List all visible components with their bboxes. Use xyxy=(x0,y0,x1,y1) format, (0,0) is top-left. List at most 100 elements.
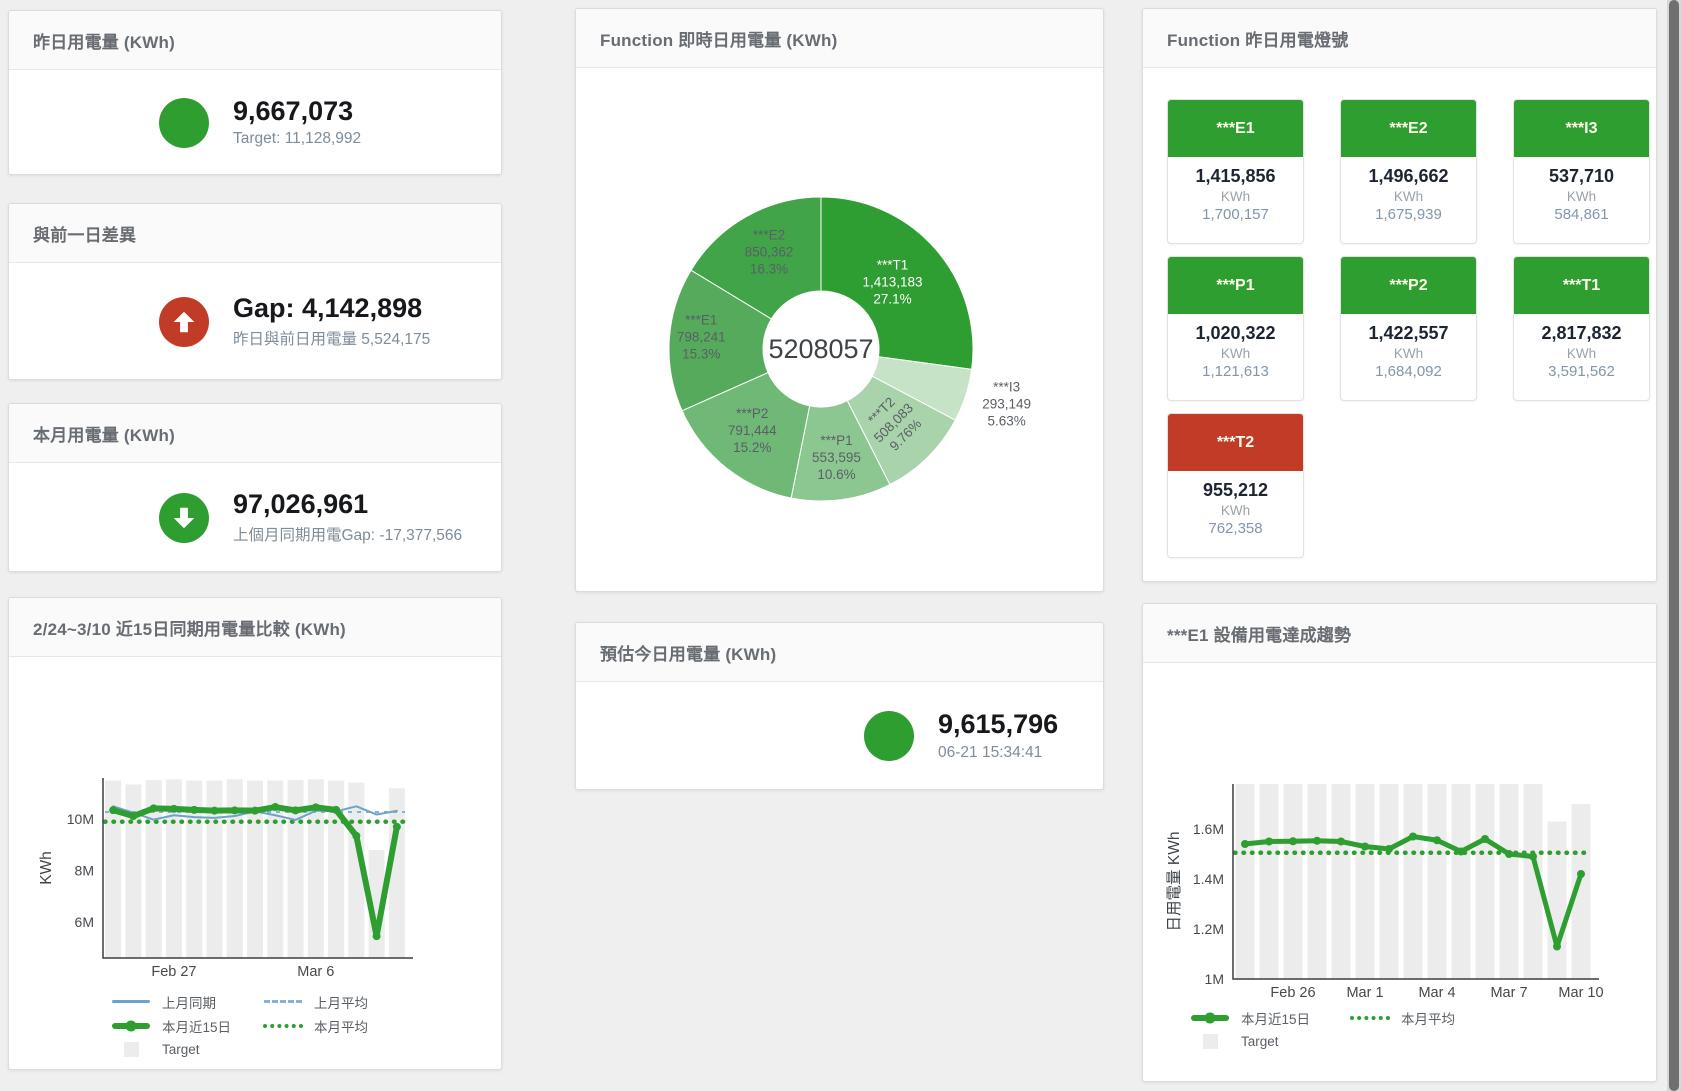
legend-swatch-thick xyxy=(1188,1015,1232,1021)
tile-target: 1,121,613 xyxy=(1168,363,1303,380)
tile-status-header: ***T1 xyxy=(1514,257,1649,314)
tile-value: 1,415,856 xyxy=(1168,166,1303,187)
function-tile: ***I3537,710KWh584,861 xyxy=(1513,99,1650,244)
stat-value: 97,026,961 xyxy=(233,490,462,520)
donut-chart: ***T11,413,18327.1%***I3293,1495.63%***T… xyxy=(576,67,1103,589)
scrollbar-thumb[interactable] xyxy=(1669,0,1679,1091)
tile-status-header: ***T2 xyxy=(1168,414,1303,471)
legend-label: 本月近15日 xyxy=(1241,1008,1310,1028)
panel-diff: 與前一日差異 Gap: 4,142,898 昨日與前日用電量 5,524,175 xyxy=(8,203,502,380)
stat-subtext: 06-21 15:34:41 xyxy=(938,744,1058,762)
legend-swatch-thick xyxy=(109,1023,153,1029)
tile-status-header: ***P1 xyxy=(1168,257,1303,314)
panel-trend-chart: ***E1 設備用電達成趨勢 1M1.2M1.4M1.6MFeb 26Mar 1… xyxy=(1142,603,1657,1082)
legend-swatch-line xyxy=(109,1000,153,1003)
tile-target: 1,675,939 xyxy=(1341,206,1476,223)
panel-title: 本月用電量 (KWh) xyxy=(33,421,175,446)
tile-value: 1,422,557 xyxy=(1341,323,1476,344)
tile-unit: KWh xyxy=(1514,189,1649,204)
panel-estimate: 預估今日用電量 (KWh) 9,615,796 06-21 15:34:41 xyxy=(575,622,1104,790)
tile-status-header: ***E1 xyxy=(1168,100,1303,157)
legend-item: 本月平均 xyxy=(261,1017,419,1034)
svg-text:Mar 7: Mar 7 xyxy=(1490,985,1527,1001)
function-tile: ***E11,415,856KWh1,700,157 xyxy=(1167,99,1304,244)
svg-text:KWh: KWh xyxy=(38,851,55,885)
legend-label: Target xyxy=(1241,1034,1279,1049)
tile-unit: KWh xyxy=(1341,346,1476,361)
trend-chart: 1M1.2M1.4M1.6MFeb 26Mar 1Mar 4Mar 7Mar 1… xyxy=(1143,662,1656,1012)
tiles-grid: ***E1 1,415,856 KWh 1,700,157 ***E2 1,496,662… xyxy=(1143,68,1656,558)
panel-title: Function 即時日用電量 (KWh) xyxy=(600,26,837,51)
legend-label: 本月近15日 xyxy=(162,1016,231,1036)
legend-swatch-square xyxy=(109,1042,153,1057)
tile-unit: KWh xyxy=(1514,346,1649,361)
svg-text:Mar 1: Mar 1 xyxy=(1346,985,1383,1001)
svg-text:1.4M: 1.4M xyxy=(1193,871,1224,887)
svg-text:Feb 27: Feb 27 xyxy=(151,964,196,980)
legend-label: 上月同期 xyxy=(162,992,216,1012)
function-tile: ***P11,020,322KWh1,121,613 xyxy=(1167,256,1304,401)
tile-value: 955,212 xyxy=(1168,480,1303,501)
stat-body: 9,667,073 Target: 11,128,992 xyxy=(9,70,501,175)
svg-text:***I3293,1495.63%: ***I3293,1495.63% xyxy=(982,380,1031,429)
legend-label: 上月平均 xyxy=(314,992,368,1012)
function-tile: ***P21,422,557KWh1,684,092 xyxy=(1340,256,1477,401)
tile-target: 1,700,157 xyxy=(1168,206,1303,223)
function-tile: ***T1 2,817,832 KWh 3,591,562 xyxy=(1513,256,1650,401)
function-tile: ***T2955,212KWh762,358 xyxy=(1167,413,1304,558)
legend-swatch-dots xyxy=(261,1024,305,1028)
svg-text:Feb 26: Feb 26 xyxy=(1270,985,1315,1001)
svg-text:8M: 8M xyxy=(75,863,94,879)
panel-header: 本月用電量 (KWh) xyxy=(9,404,501,463)
tile-value: 1,020,322 xyxy=(1168,323,1303,344)
arrow-down-icon xyxy=(159,493,209,543)
stat-subtext: Target: 11,128,992 xyxy=(233,130,361,148)
chart-legend: 本月近15日 本月平均 Target xyxy=(1188,1009,1508,1050)
legend-swatch-square xyxy=(1188,1034,1232,1049)
panel-title: ***E1 設備用電達成趨勢 xyxy=(1167,621,1351,646)
tile-value: 2,817,832 xyxy=(1514,323,1649,344)
legend-item: Target xyxy=(109,1041,261,1058)
panel-header: 昨日用電量 (KWh) xyxy=(9,11,501,70)
stat-subtext: 昨日與前日用電量 5,524,175 xyxy=(233,327,430,349)
tile-unit: KWh xyxy=(1341,189,1476,204)
scrollbar-track xyxy=(1667,0,1681,1091)
tile-target: 762,358 xyxy=(1168,520,1303,537)
chart-legend: 上月同期 上月平均本月近15日 本月平均 Target xyxy=(109,993,419,1058)
function-tile: ***E2 1,496,662 KWh 1,675,939 xyxy=(1340,99,1477,244)
svg-text:Mar 6: Mar 6 xyxy=(297,964,334,980)
tile-status-header: ***E2 xyxy=(1341,100,1476,157)
stat-subtext: 上個月同期用電Gap: -17,377,566 xyxy=(233,523,462,545)
panel-compare-chart: 2/24~3/10 近15日同期用電量比較 (KWh) 6M8M10MFeb 2… xyxy=(8,597,502,1070)
stat-body: Gap: 4,142,898 昨日與前日用電量 5,524,175 xyxy=(9,263,501,380)
svg-text:Mar 4: Mar 4 xyxy=(1418,985,1455,1001)
tile-status-header: ***I3 xyxy=(1514,100,1649,157)
legend-label: 本月平均 xyxy=(314,1016,368,1036)
panel-title: 與前一日差異 xyxy=(33,221,136,246)
tile-value: 1,496,662 xyxy=(1341,166,1476,187)
svg-text:1.6M: 1.6M xyxy=(1193,821,1224,837)
legend-label: 本月平均 xyxy=(1401,1008,1455,1028)
panel-month: 本月用電量 (KWh) 97,026,961 上個月同期用電Gap: -17,3… xyxy=(8,403,502,572)
legend-label: Target xyxy=(162,1042,200,1057)
status-circle-icon xyxy=(159,98,209,148)
svg-text:Mar 10: Mar 10 xyxy=(1558,985,1603,1001)
tile-target: 3,591,562 xyxy=(1514,363,1649,380)
stat-value: Gap: 4,142,898 xyxy=(233,294,430,324)
svg-text:1M: 1M xyxy=(1205,971,1224,987)
panel-realtime-donut: Function 即時日用電量 (KWh) ***T11,413,18327.1… xyxy=(575,8,1104,592)
svg-text:10M: 10M xyxy=(67,811,94,827)
panel-header: Function 昨日用電燈號 xyxy=(1143,9,1656,68)
stat-value: 9,615,796 xyxy=(938,710,1058,740)
legend-swatch-dash xyxy=(261,1000,305,1003)
compare-chart: 6M 8M 10M Feb 27 Mar 6 KWh xyxy=(9,656,501,996)
legend-item: 上月同期 xyxy=(109,993,261,1010)
tile-value: 537,710 xyxy=(1514,166,1649,187)
panel-header: Function 即時日用電量 (KWh) xyxy=(576,9,1103,68)
panel-header: ***E1 設備用電達成趨勢 xyxy=(1143,604,1656,663)
stat-value: 9,667,073 xyxy=(233,97,361,127)
tile-target: 1,684,092 xyxy=(1341,363,1476,380)
svg-text:6M: 6M xyxy=(75,914,94,930)
status-circle-icon xyxy=(864,711,914,761)
panel-header: 預估今日用電量 (KWh) xyxy=(576,623,1103,682)
